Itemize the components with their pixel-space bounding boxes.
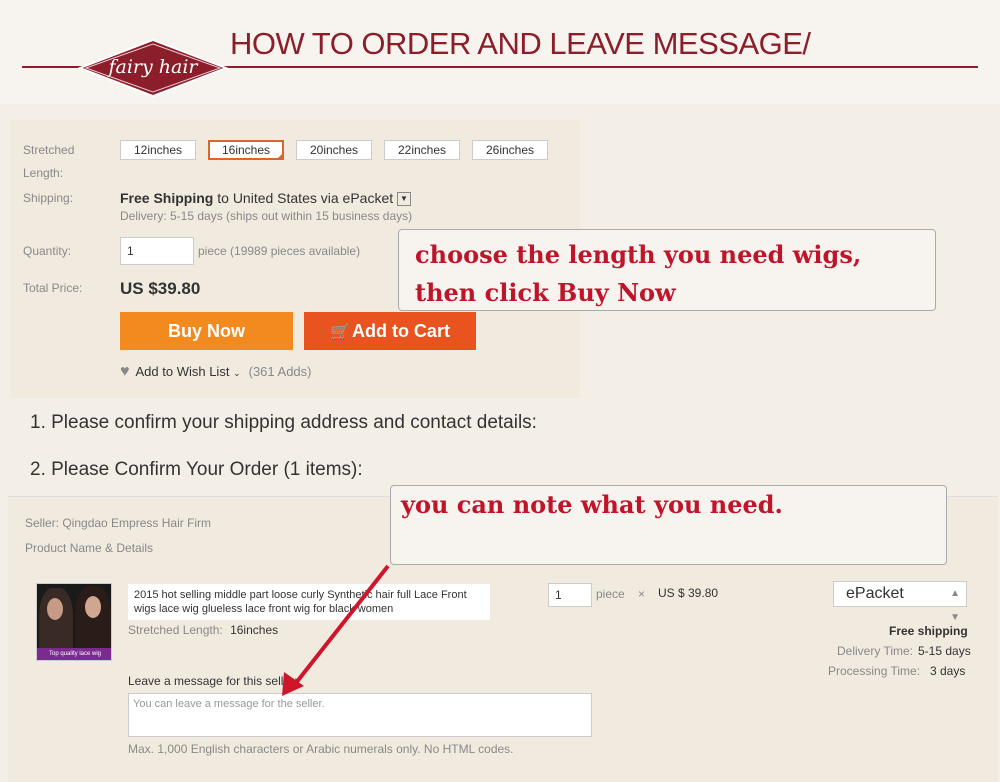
wish-list-label: Add to Wish List xyxy=(135,364,230,379)
length-option-22[interactable]: 22inches xyxy=(384,140,460,160)
shipping-info: Free Shipping to United States via ePack… xyxy=(120,190,412,207)
delivery-time-label: Delivery Time: xyxy=(837,644,914,658)
total-price: US $39.80 xyxy=(120,279,201,298)
length-label-2: Length: xyxy=(23,166,64,180)
selected-check-icon xyxy=(276,152,284,160)
length-option-16-label: 16inches xyxy=(221,143,271,157)
cart-icon: 🛒 xyxy=(330,324,350,341)
length-option-26[interactable]: 26inches xyxy=(472,140,548,160)
wish-adds: (361 Adds) xyxy=(248,364,312,379)
piece-unit: piece xyxy=(596,587,625,601)
shipping-method-value: ePacket xyxy=(846,585,904,602)
chevron-down-icon: ⌄ xyxy=(233,368,241,378)
wish-list[interactable]: ♥ Add to Wish List ⌄ (361 Adds) xyxy=(120,363,311,381)
red-arrow-icon xyxy=(282,564,390,696)
length-label: Stretched xyxy=(23,143,75,157)
quantity-label: Quantity: xyxy=(23,244,72,258)
pieces-available: piece (19989 pieces available) xyxy=(198,244,361,258)
step-1-heading: 1. Please confirm your shipping address … xyxy=(30,412,537,433)
shipping-label: Shipping: xyxy=(23,191,74,205)
heart-icon: ♥ xyxy=(120,363,130,380)
delivery-time-value: 5-15 days xyxy=(918,644,971,658)
product-details-header: Product Name & Details xyxy=(25,541,154,555)
add-to-cart-label: Add to Cart xyxy=(351,321,450,341)
processing-time-label: Processing Time: xyxy=(828,664,921,678)
shipping-dropdown-icon[interactable]: ▼ xyxy=(397,192,412,207)
buy-now-button[interactable]: Buy Now xyxy=(120,312,293,350)
callout-note-text: you can note what you need. xyxy=(401,490,783,519)
callout-line-2: then click Buy Now xyxy=(415,278,676,307)
length-option-12[interactable]: 12inches xyxy=(120,140,196,160)
times-sign: × xyxy=(638,587,646,601)
delivery-info: Delivery: 5-15 days (ships out within 15… xyxy=(120,209,413,223)
product-thumbnail[interactable]: Top quality lace wig xyxy=(36,583,112,661)
stretched-length-label: Stretched Length: xyxy=(128,623,223,637)
length-option-16[interactable]: 16inches xyxy=(208,140,284,160)
stretched-length: Stretched Length: 16inches xyxy=(128,623,278,637)
shipping-to: to xyxy=(217,190,229,206)
message-hint: Max. 1,000 English characters or Arabic … xyxy=(128,742,514,756)
callout-choose-length: choose the length you need wigs, then cl… xyxy=(398,229,936,311)
free-shipping-label: Free shipping xyxy=(889,624,968,638)
page-title: HOW TO ORDER AND LEAVE MESSAGE/ xyxy=(230,26,811,61)
seller-name: Seller: Qingdao Empress Hair Firm xyxy=(25,516,212,530)
select-caret-icon: ▲ ▼ xyxy=(950,588,960,623)
unit-price: US $ 39.80 xyxy=(658,586,719,600)
total-price-label: Total Price: xyxy=(23,281,83,295)
order-quantity-input[interactable]: 1 xyxy=(548,583,592,607)
step-2-heading: 2. Please Confirm Your Order (1 items): xyxy=(30,459,363,480)
shipping-country[interactable]: United States via ePacket xyxy=(233,190,393,206)
shipping-method-select[interactable]: ePacket ▲ ▼ xyxy=(833,581,967,623)
callout-note: you can note what you need. xyxy=(390,485,947,565)
callout-line-1: choose the length you need wigs, xyxy=(415,240,862,269)
logo-text: fairy hair xyxy=(108,56,198,78)
processing-time-value: 3 days xyxy=(930,664,966,678)
length-option-20[interactable]: 20inches xyxy=(296,140,372,160)
thumbnail-caption: Top quality lace wig xyxy=(37,648,111,660)
add-to-cart-button[interactable]: 🛒 Add to Cart xyxy=(304,312,476,350)
free-shipping-text: Free Shipping xyxy=(120,190,214,206)
quantity-input[interactable]: 1 xyxy=(120,237,194,265)
brand-logo: fairy hair xyxy=(78,38,228,98)
